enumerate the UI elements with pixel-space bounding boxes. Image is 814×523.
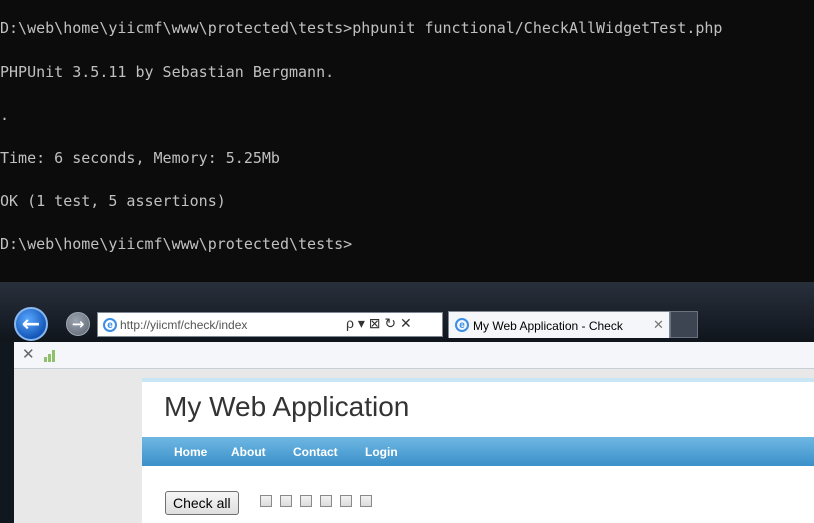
site-title: My Web Application	[164, 391, 410, 422]
arrow-left-icon: ←	[21, 311, 41, 337]
tab-my-web-application[interactable]: e My Web Application - Check ✕	[448, 311, 670, 338]
tab-title: My Web Application - Check	[473, 319, 623, 333]
command-bar: ✕	[14, 342, 814, 369]
checkbox[interactable]	[260, 495, 272, 507]
console-line: D:\web\home\yiicmf\www\protected\tests>	[0, 235, 353, 253]
menu-item-home[interactable]: Home	[174, 445, 207, 459]
address-bar[interactable]: e http://yiicmf/check/index ρ ▾ ⊠ ↻ ✕	[97, 312, 443, 337]
close-icon[interactable]: ✕	[22, 345, 35, 363]
console-line: OK (1 test, 5 assertions)	[0, 192, 226, 210]
console-line: D:\web\home\yiicmf\www\protected\tests>p…	[0, 19, 723, 37]
main-menu: Home About Contact Login	[142, 437, 814, 466]
checkbox[interactable]	[340, 495, 352, 507]
back-button[interactable]: ←	[14, 307, 48, 341]
address-url[interactable]: http://yiicmf/check/index	[120, 318, 247, 332]
page-viewport: My Web Application Home About Contact Lo…	[14, 369, 814, 523]
menu-item-login[interactable]: Login	[365, 445, 398, 459]
ie-logo-icon: e	[455, 318, 469, 332]
console-window: D:\web\home\yiicmf\www\protected\tests>p…	[0, 0, 814, 282]
check-all-button[interactable]: Check all	[165, 491, 239, 515]
ie-logo-icon: e	[103, 318, 117, 332]
signal-bars-icon	[44, 350, 58, 362]
menu-item-about[interactable]: About	[231, 445, 266, 459]
new-tab-button[interactable]	[670, 311, 698, 338]
checkbox[interactable]	[360, 495, 372, 507]
console-line: .	[0, 106, 10, 124]
web-page: My Web Application Home About Contact Lo…	[142, 378, 814, 523]
address-bar-tools[interactable]: ρ ▾ ⊠ ↻ ✕	[346, 315, 412, 332]
console-line: Time: 6 seconds, Memory: 5.25Mb	[0, 149, 280, 167]
checkbox[interactable]	[280, 495, 292, 507]
close-tab-icon[interactable]: ✕	[653, 317, 664, 333]
arrow-right-icon: →	[71, 315, 85, 333]
browser-window: ← → e http://yiicmf/check/index ρ ▾ ⊠ ↻ …	[0, 282, 814, 523]
console-line: PHPUnit 3.5.11 by Sebastian Bergmann.	[0, 63, 335, 81]
forward-button[interactable]: →	[66, 312, 90, 336]
menu-item-contact[interactable]: Contact	[293, 445, 338, 459]
checkbox[interactable]	[320, 495, 332, 507]
checkbox[interactable]	[300, 495, 312, 507]
